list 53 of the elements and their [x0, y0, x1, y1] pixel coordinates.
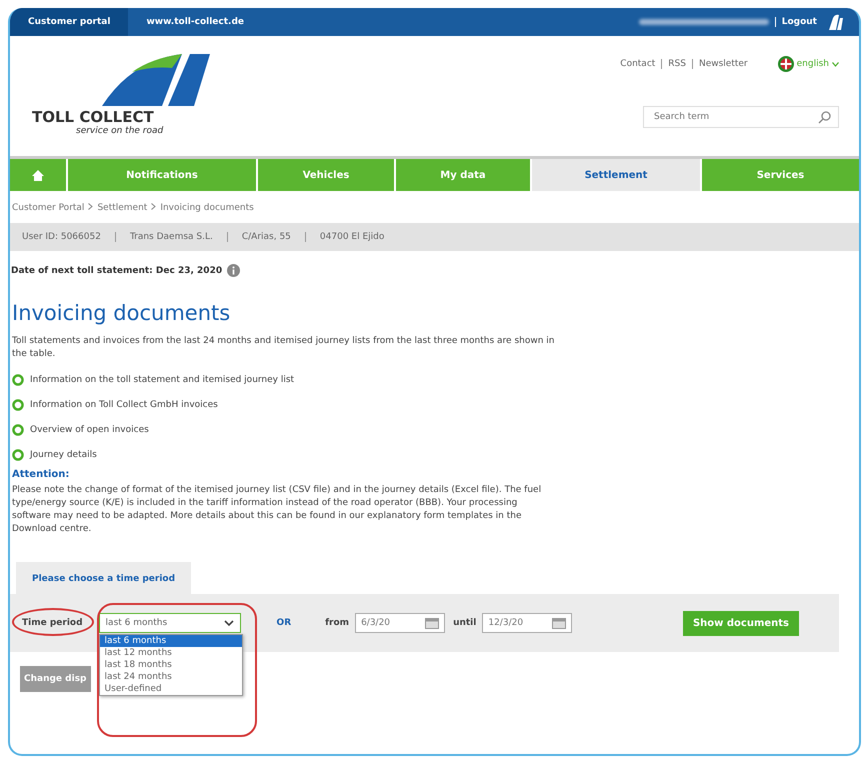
info-link[interactable]: Overview of open invoices	[30, 424, 149, 434]
time-period-label: Time period	[21, 618, 84, 628]
search-icon[interactable]	[818, 110, 832, 124]
user-info-text: C/Arias, 55	[242, 232, 291, 242]
until-date-field[interactable]: 12/3/20	[482, 613, 572, 633]
circle-bullet-icon	[12, 448, 24, 460]
portal-tab[interactable]: Customer portal	[10, 8, 128, 36]
home-icon	[32, 170, 44, 180]
info-link[interactable]: Information on Toll Collect GmbH invoices	[30, 400, 218, 410]
calendar-icon[interactable]	[425, 617, 440, 629]
chevron-icon	[88, 203, 94, 210]
info-link[interactable]: Information on the toll statement and itemised journey list	[30, 374, 294, 384]
portal-tab[interactable]: www.toll-collect.de	[128, 8, 262, 36]
page-title: Invoicing documents	[12, 301, 232, 325]
user-info-text: Trans Daemsa S.L.	[130, 232, 213, 242]
info-link[interactable]: Journey details	[30, 450, 97, 460]
time-period-tab[interactable]: Please choose a time period	[16, 562, 192, 594]
circle-bullet-icon	[12, 424, 24, 436]
time-period-select[interactable]: last 6 months	[98, 613, 241, 633]
or-text: OR	[276, 618, 292, 628]
info-icon[interactable]	[227, 264, 240, 277]
next-statement-text: Date of next toll statement: Dec 23, 2020	[11, 266, 222, 276]
nav-tab[interactable]: Settlement	[532, 159, 700, 191]
dropdown-option[interactable]: last 18 months	[100, 659, 242, 671]
user-info-text: 04700 El Ejido	[320, 232, 384, 242]
dropdown-option[interactable]: last 24 months	[100, 671, 242, 683]
caret-icon[interactable]	[224, 620, 234, 626]
breadcrumb-link[interactable]: Settlement	[97, 203, 148, 213]
home-tab[interactable]	[10, 159, 66, 191]
circle-bullet-icon	[12, 398, 24, 410]
header-link[interactable]: RSS	[668, 59, 686, 69]
breadcrumb-link[interactable]: Customer Portal	[12, 203, 84, 213]
dropdown-option[interactable]: last 6 months	[100, 635, 242, 647]
from-date-field[interactable]: 6/3/20	[355, 613, 446, 633]
chevron-icon	[151, 203, 156, 210]
search-field[interactable]: Search term	[643, 106, 839, 128]
header-link[interactable]: Contact	[620, 59, 656, 69]
logo-tagline: service on the road	[76, 126, 164, 136]
dropdown-option[interactable]: last 12 months	[100, 647, 242, 659]
logout-link[interactable]: Logout	[782, 17, 817, 27]
circle-bullet-icon	[12, 374, 24, 386]
dropdown-option[interactable]: User-defined	[100, 683, 242, 695]
from-label: from	[325, 618, 350, 628]
header-link[interactable]: Newsletter	[698, 59, 748, 69]
calendar-icon[interactable]	[552, 617, 566, 629]
until-label: until	[453, 618, 476, 628]
intro-text: Toll statements and invoices from the last 24 months and itemised journey lists from the last three months are shown in the table.	[11, 335, 556, 361]
attention-heading: Attention:	[11, 468, 70, 482]
user-info-text: User ID: 5066052	[22, 232, 101, 242]
attention-text: Please note the change of format of the itemised journey list (CSV file) and in the journey details (Excel file). The fuel type/energy source (K/E) is included in the tariff information instead of the road operator (BBB). Your processing software may need to be adapted. More details about this can be found in our explanatory form templates in the Download centre.	[11, 484, 542, 536]
logo-wordmark: TOLL COLLECT	[32, 108, 155, 126]
flag-icon[interactable]	[778, 56, 794, 72]
breadcrumb-link[interactable]: Invoicing documents	[160, 203, 254, 213]
